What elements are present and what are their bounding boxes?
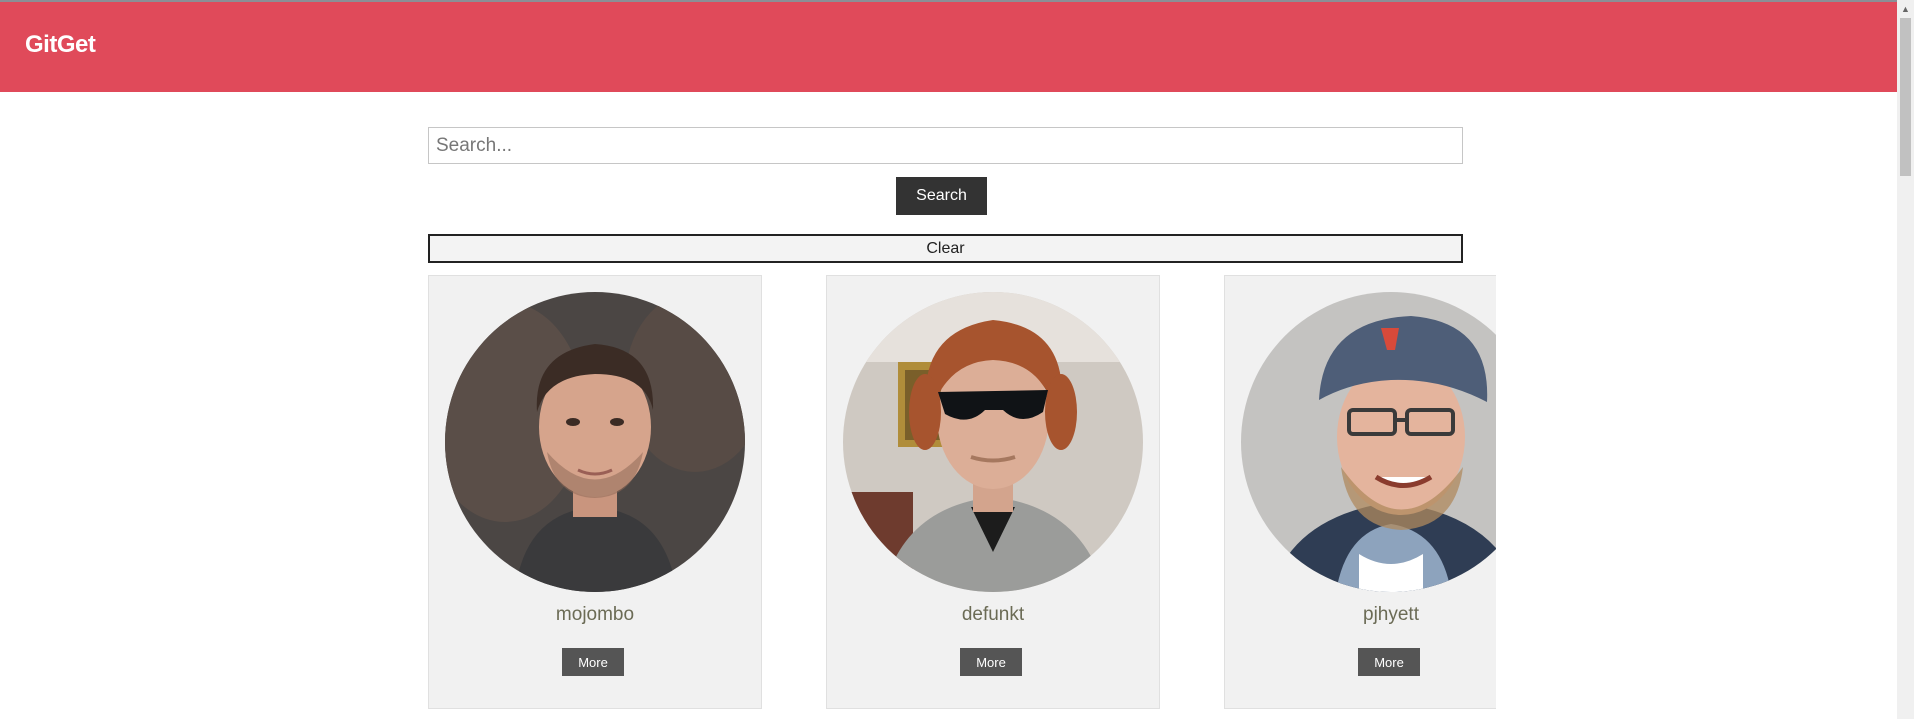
vertical-scrollbar[interactable]: ▲ [1897, 0, 1914, 719]
user-card: mojombo More [428, 275, 762, 709]
avatar [445, 292, 745, 592]
avatar-image [445, 292, 745, 592]
user-login: mojombo [555, 604, 635, 625]
more-button[interactable]: More [562, 648, 624, 676]
avatar-image [843, 292, 1143, 592]
avatar-image [1241, 292, 1496, 592]
more-button[interactable]: More [960, 648, 1022, 676]
scroll-up-arrow-icon[interactable]: ▲ [1897, 0, 1914, 17]
user-login: defunkt [961, 604, 1025, 625]
user-card: defunkt More [826, 275, 1160, 709]
avatar [1241, 292, 1496, 592]
search-input[interactable] [428, 127, 1463, 164]
brand-logo[interactable]: GitGet [25, 31, 96, 59]
navbar: GitGet [0, 2, 1897, 92]
user-results-grid: mojombo More defunkt More pjhyett More [428, 275, 1496, 719]
scroll-thumb[interactable] [1900, 18, 1911, 176]
avatar [843, 292, 1143, 592]
more-button[interactable]: More [1358, 648, 1420, 676]
search-button[interactable]: Search [896, 177, 987, 215]
user-card: pjhyett More [1224, 275, 1496, 709]
user-login: pjhyett [1363, 604, 1419, 625]
clear-button[interactable]: Clear [428, 234, 1463, 263]
